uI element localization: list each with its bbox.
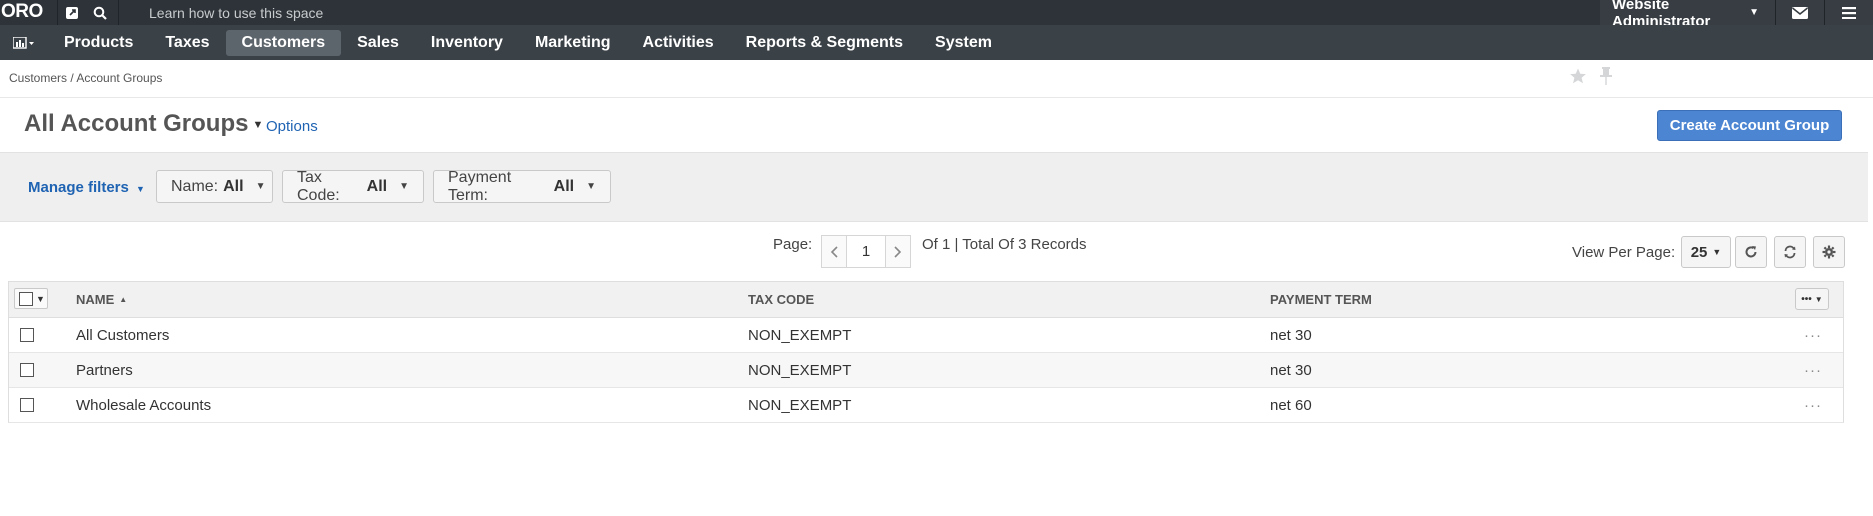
filter-label: Name: (171, 177, 219, 195)
caret-down-icon: ▼ (1814, 294, 1823, 304)
cell-payment-term: net 30 (1270, 361, 1312, 379)
cell-name: Partners (76, 361, 133, 379)
dashboard-menu-button[interactable] (0, 25, 48, 60)
oro-logo[interactable]: ORO (0, 0, 57, 25)
create-account-group-button[interactable]: Create Account Group (1657, 110, 1842, 141)
options-link[interactable]: Options (266, 118, 318, 135)
help-text: Learn how to use this space (149, 4, 324, 21)
table-row[interactable]: Wholesale Accounts NON_EXEMPT net 60 ··· (9, 388, 1843, 422)
star-icon[interactable] (1569, 67, 1587, 90)
page-title[interactable]: All Account Groups ▼ (24, 110, 263, 138)
top-right-controls: Website Administrator ▼ (1600, 0, 1873, 30)
envelope-icon[interactable] (1775, 0, 1824, 25)
filter-label: Payment Term: (448, 168, 512, 204)
caret-down-icon: ▼ (1749, 7, 1759, 18)
cell-payment-term: net 30 (1270, 326, 1312, 344)
column-header-tax-code[interactable]: TAX CODE (748, 282, 814, 317)
caret-down-icon: ▼ (399, 181, 409, 192)
nav-activities[interactable]: Activities (627, 30, 730, 56)
cell-name: Wholesale Accounts (76, 396, 212, 414)
page-title-text: All Account Groups (24, 110, 249, 137)
nav-products[interactable]: Products (48, 30, 149, 56)
page-pin-controls (1569, 67, 1613, 90)
filter-value: All (223, 177, 244, 195)
caret-down-icon: ▼ (255, 181, 266, 192)
ellipsis-icon: ••• (1801, 293, 1812, 305)
select-all-checkbox[interactable] (19, 291, 33, 306)
row-checkbox[interactable] (20, 363, 34, 377)
cell-name: All Customers (76, 326, 170, 344)
table-row[interactable]: Partners NON_EXEMPT net 30 ··· (9, 353, 1843, 388)
filter-payment-term[interactable]: Payment Term: All ▼ (433, 168, 611, 204)
reset-icon[interactable] (1774, 236, 1806, 268)
divider (118, 0, 119, 25)
pager-label: Page: (773, 236, 813, 253)
main-navigation: Products Taxes Customers Sales Inventory… (0, 25, 1873, 60)
grid-actions-dropdown[interactable]: ••• ▼ (1795, 288, 1829, 310)
nav-taxes[interactable]: Taxes (149, 30, 225, 56)
nav-reports-segments[interactable]: Reports & Segments (730, 30, 919, 56)
per-page-select[interactable]: 25 ▼ (1681, 236, 1731, 268)
manage-filters-button[interactable]: Manage filters ▼ (28, 179, 145, 196)
account-groups-grid: ▼ NAME ▲ TAX CODE PAYMENT TERM ••• ▼ All C… (8, 281, 1844, 423)
caret-down-icon: ▼ (136, 184, 145, 194)
user-menu-button[interactable]: Website Administrator ▼ (1600, 0, 1775, 30)
prev-page-button[interactable] (821, 235, 847, 268)
row-checkbox[interactable] (20, 328, 34, 342)
nav-customers[interactable]: Customers (225, 29, 342, 56)
column-header-name[interactable]: NAME ▲ (76, 282, 127, 317)
caret-down-icon: ▼ (36, 293, 45, 304)
filter-value: All (366, 177, 388, 195)
pin-icon[interactable] (1599, 67, 1613, 90)
select-all-dropdown[interactable]: ▼ (14, 288, 48, 309)
filter-bar: Manage filters ▼ Name: All ▼ Tax Code: All ▼… (0, 152, 1868, 222)
hamburger-menu-icon[interactable] (1824, 0, 1873, 25)
row-checkbox[interactable] (20, 398, 34, 412)
grid-header: ▼ NAME ▲ TAX CODE PAYMENT TERM ••• ▼ (9, 282, 1843, 318)
divider (0, 97, 1873, 98)
top-bar: ORO Learn how to use this space Website … (0, 0, 1873, 30)
nav-sales[interactable]: Sales (341, 30, 415, 56)
column-label: NAME (76, 292, 115, 307)
per-page-value: 25 (1690, 243, 1708, 261)
filter-label: Tax Code: (297, 168, 340, 204)
refresh-icon[interactable] (1735, 236, 1767, 268)
pager-summary: Of 1 | Total Of 3 Records (922, 236, 1087, 253)
sort-ascending-icon: ▲ (119, 295, 128, 304)
cell-tax-code: NON_EXEMPT (748, 396, 852, 414)
caret-down-icon: ▼ (1712, 247, 1722, 257)
page-number-input[interactable]: 1 (846, 235, 886, 268)
search-icon[interactable] (86, 0, 114, 25)
row-actions-icon[interactable]: ··· (1804, 353, 1822, 387)
row-actions-icon[interactable]: ··· (1804, 318, 1822, 352)
filter-value: All (553, 177, 575, 195)
filter-name[interactable]: Name: All ▼ (156, 170, 273, 203)
manage-filters-label: Manage filters (28, 179, 129, 196)
row-actions-icon[interactable]: ··· (1804, 388, 1822, 422)
breadcrumb: Customers / Account Groups (9, 71, 163, 85)
caret-down-icon: ▼ (586, 181, 596, 192)
cell-tax-code: NON_EXEMPT (748, 361, 852, 379)
column-label: TAX CODE (748, 292, 815, 307)
external-link-icon[interactable] (58, 0, 86, 25)
next-page-button[interactable] (885, 235, 911, 268)
nav-marketing[interactable]: Marketing (519, 30, 627, 56)
caret-down-icon: ▼ (252, 118, 264, 131)
column-header-payment-term[interactable]: PAYMENT TERM (1270, 282, 1372, 317)
nav-system[interactable]: System (919, 30, 1008, 56)
cell-tax-code: NON_EXEMPT (748, 326, 852, 344)
settings-gear-icon[interactable] (1813, 236, 1845, 268)
column-label: PAYMENT TERM (1270, 292, 1372, 307)
filter-tax-code[interactable]: Tax Code: All ▼ (282, 168, 424, 204)
nav-inventory[interactable]: Inventory (415, 30, 519, 56)
cell-payment-term: net 60 (1270, 396, 1312, 414)
table-row[interactable]: All Customers NON_EXEMPT net 30 ··· (9, 318, 1843, 353)
per-page-label: View Per Page: (1572, 244, 1676, 261)
